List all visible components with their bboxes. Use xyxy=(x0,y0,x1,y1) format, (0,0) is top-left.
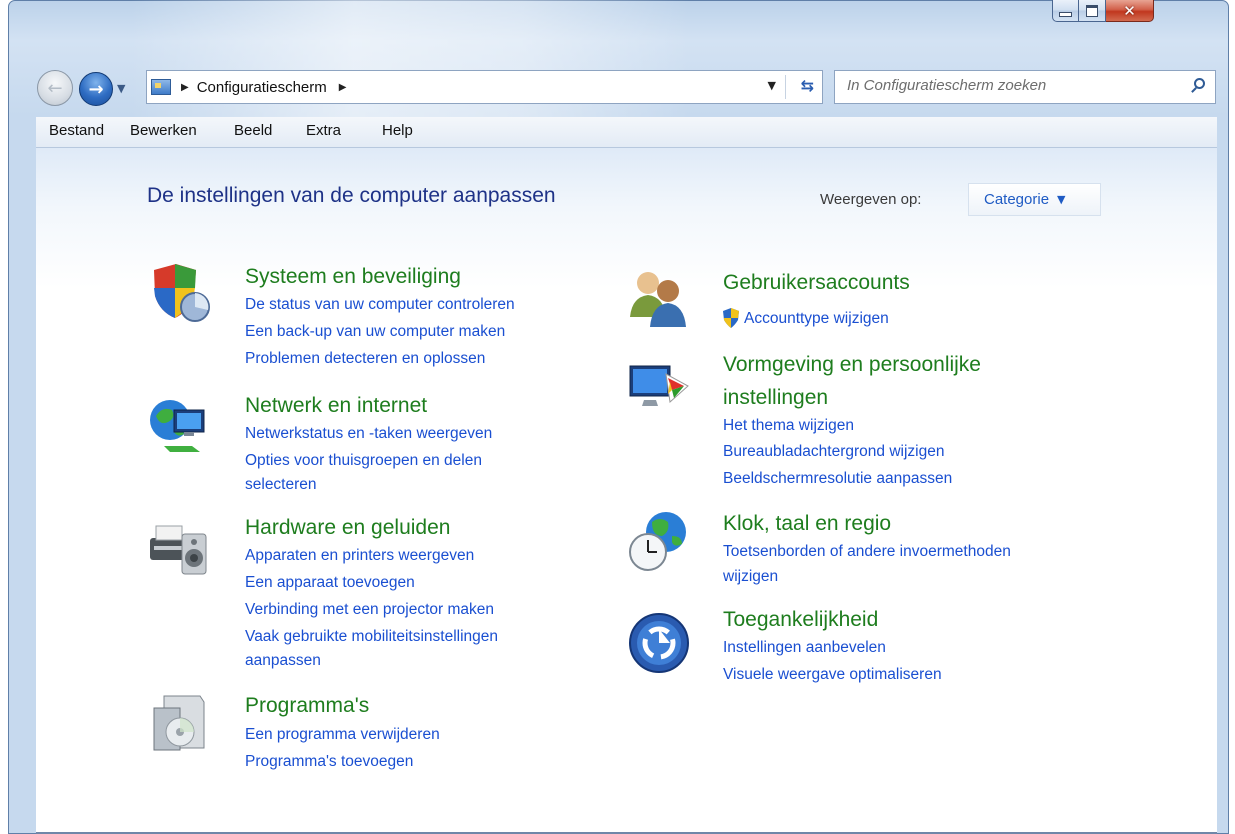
search-placeholder: In Configuratiescherm zoeken xyxy=(847,77,1047,94)
back-button[interactable]: ← xyxy=(37,70,73,106)
link-projector[interactable]: Verbinding met een projector maken xyxy=(245,597,494,623)
control-panel-icon xyxy=(151,79,171,95)
link-troubleshoot[interactable]: Problemen detecteren en oplossen xyxy=(245,346,485,372)
close-icon: ✕ xyxy=(1123,1,1136,20)
link-homegroup[interactable]: Opties voor thuisgroepen en delen xyxy=(245,448,482,474)
link-account-type[interactable]: Accounttype wijzigen xyxy=(744,306,889,332)
menu-help[interactable]: Help xyxy=(382,122,413,139)
view-by-value: Categorie xyxy=(984,191,1050,208)
back-arrow-icon: ← xyxy=(47,77,63,99)
printer-speaker-icon xyxy=(150,525,207,575)
minimize-icon xyxy=(1059,12,1072,17)
link-homegroup-cont[interactable]: selecteren xyxy=(245,472,317,498)
breadcrumb-chevron-icon[interactable]: ▶ xyxy=(339,82,347,93)
search-input[interactable]: In Configuratiescherm zoeken xyxy=(834,70,1216,104)
maximize-icon xyxy=(1086,4,1098,17)
category-title-user-accounts[interactable]: Gebruikersaccounts xyxy=(723,270,910,296)
recent-pages-dropdown[interactable]: ▼ xyxy=(117,82,125,95)
maximize-button[interactable] xyxy=(1079,0,1106,22)
uac-shield-icon xyxy=(723,308,739,328)
view-by-label: Weergeven op: xyxy=(820,191,922,208)
breadcrumb-chevron-icon[interactable]: ▶ xyxy=(181,82,189,93)
menu-beeld[interactable]: Beeld xyxy=(234,122,272,139)
link-add-programs[interactable]: Programma's toevoegen xyxy=(245,749,413,775)
link-recommended-settings[interactable]: Instellingen aanbevelen xyxy=(723,635,886,661)
category-title-accessibility[interactable]: Toegankelijkheid xyxy=(723,607,878,633)
forward-arrow-icon: → xyxy=(88,78,104,100)
content-area xyxy=(36,148,1217,834)
address-divider xyxy=(785,75,786,99)
link-check-status[interactable]: De status van uw computer controleren xyxy=(245,292,515,318)
network-globe-icon xyxy=(150,400,205,452)
address-bar[interactable]: ▶ Configuratiescherm ▶ ▼ ⇆ xyxy=(146,70,823,104)
link-change-background[interactable]: Bureaubladachtergrond wijzigen xyxy=(723,439,944,465)
category-title-programs[interactable]: Programma's xyxy=(245,693,369,719)
link-optimize-display[interactable]: Visuele weergave optimaliseren xyxy=(723,662,942,688)
menu-bestand[interactable]: Bestand xyxy=(49,122,104,139)
globe-clock-icon xyxy=(629,512,686,571)
program-box-icon xyxy=(153,695,205,751)
users-icon xyxy=(630,272,686,327)
link-change-theme[interactable]: Het thema wijzigen xyxy=(723,413,854,439)
chevron-down-icon: ▼ xyxy=(1057,193,1066,206)
category-title-appearance-cont[interactable]: instellingen xyxy=(723,385,828,411)
category-title-clock-region[interactable]: Klok, taal en regio xyxy=(723,511,891,537)
link-uninstall[interactable]: Een programma verwijderen xyxy=(245,722,440,748)
breadcrumb-control-panel[interactable]: Configuratiescherm xyxy=(197,79,327,96)
monitor-palette-icon xyxy=(629,365,689,406)
caption-buttons: ✕ xyxy=(1052,0,1154,26)
link-keyboards-cont[interactable]: wijzigen xyxy=(723,564,778,590)
category-title-system-security[interactable]: Systeem en beveiliging xyxy=(245,264,461,290)
menu-extra[interactable]: Extra xyxy=(306,122,341,139)
link-mobility[interactable]: Vaak gebruikte mobiliteitsinstellingen xyxy=(245,624,498,650)
link-mobility-cont[interactable]: aanpassen xyxy=(245,648,321,674)
accessibility-icon xyxy=(629,613,689,673)
link-network-status[interactable]: Netwerkstatus en -taken weergeven xyxy=(245,421,492,447)
view-by-dropdown[interactable]: Categorie ▼ xyxy=(968,183,1101,216)
address-history-dropdown[interactable]: ▼ xyxy=(768,79,776,92)
refresh-icon[interactable]: ⇆ xyxy=(801,76,814,95)
category-title-appearance[interactable]: Vormgeving en persoonlijke xyxy=(723,352,981,378)
close-button[interactable]: ✕ xyxy=(1106,0,1154,22)
page-title: De instellingen van de computer aanpasse… xyxy=(147,184,556,207)
link-devices-printers[interactable]: Apparaten en printers weergeven xyxy=(245,543,474,569)
category-title-network[interactable]: Netwerk en internet xyxy=(245,393,427,419)
search-icon[interactable] xyxy=(1194,78,1205,89)
minimize-button[interactable] xyxy=(1052,0,1079,22)
forward-button[interactable]: → xyxy=(79,72,113,106)
link-screen-resolution[interactable]: Beeldschermresolutie aanpassen xyxy=(723,466,952,492)
shield-chart-icon xyxy=(154,264,210,322)
link-backup[interactable]: Een back-up van uw computer maken xyxy=(245,319,505,345)
category-title-hardware[interactable]: Hardware en geluiden xyxy=(245,515,450,541)
link-keyboards[interactable]: Toetsenborden of andere invoermethoden xyxy=(723,539,1011,565)
link-add-device[interactable]: Een apparaat toevoegen xyxy=(245,570,415,596)
menu-bar: Bestand Bewerken Beeld Extra Help xyxy=(36,117,1217,148)
menu-bewerken[interactable]: Bewerken xyxy=(130,122,197,139)
